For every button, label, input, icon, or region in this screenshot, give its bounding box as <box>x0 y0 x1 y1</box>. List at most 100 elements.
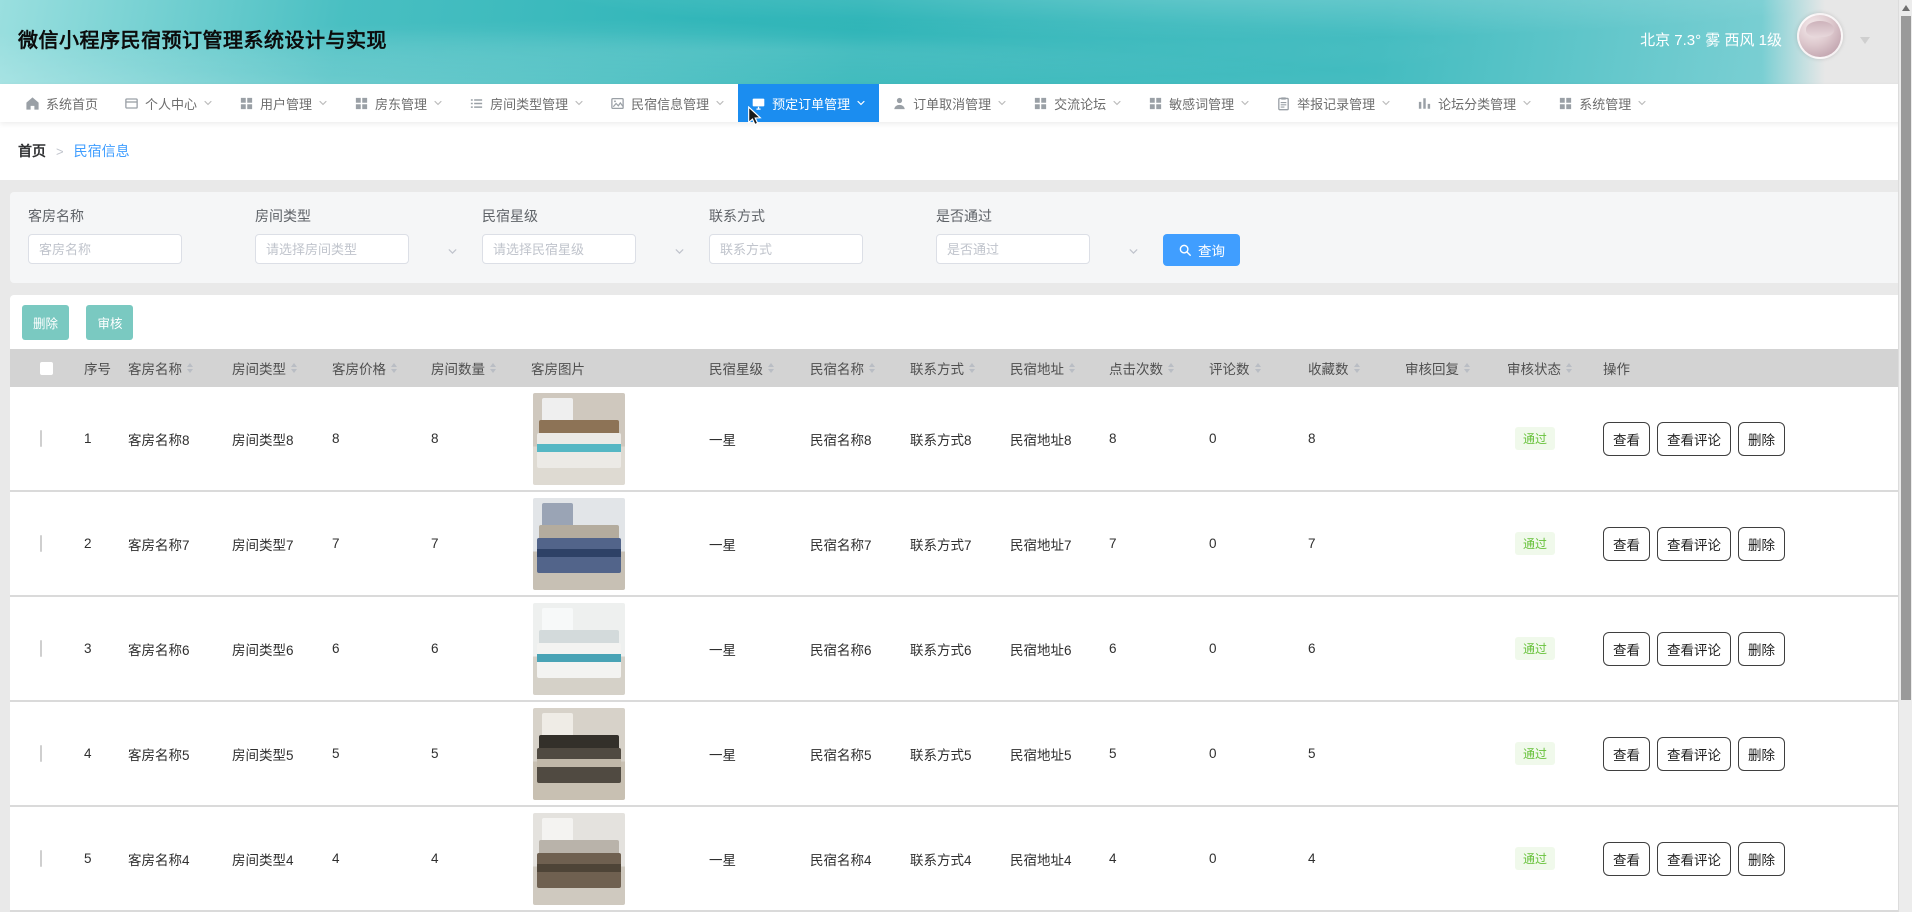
cell-room-name: 客房名称8 <box>128 429 232 449</box>
cell-room-price: 6 <box>332 641 431 656</box>
column-header-审核回复[interactable]: 审核回复 <box>1405 358 1507 378</box>
cell-status: 通过 <box>1507 637 1603 660</box>
scrollbar-thumb[interactable] <box>1901 16 1911 700</box>
row-checkbox[interactable] <box>40 430 42 447</box>
filter-field-label: 房间类型 <box>255 206 482 226</box>
column-header-客房图片[interactable]: 客房图片 <box>531 358 709 378</box>
delete-button[interactable]: 删除 <box>22 305 69 340</box>
filter-select-房间类型[interactable] <box>255 234 409 264</box>
row-action-查看[interactable]: 查看 <box>1603 737 1650 771</box>
scrollbar-up-arrow-icon[interactable] <box>1902 5 1910 11</box>
avatar[interactable] <box>1797 13 1843 59</box>
status-badge: 通过 <box>1515 847 1555 870</box>
row-checkbox[interactable] <box>40 745 42 762</box>
cell-room-name: 客房名称5 <box>128 744 232 764</box>
nav-item-房东管理[interactable]: 房东管理 <box>341 84 456 122</box>
cell-contact: 联系方式6 <box>910 639 1010 659</box>
cell-clicks: 7 <box>1109 536 1209 551</box>
cell-homestay-name: 民宿名称8 <box>810 429 910 449</box>
row-action-查看评论[interactable]: 查看评论 <box>1657 527 1731 561</box>
row-action-删除[interactable]: 删除 <box>1738 737 1785 771</box>
nav-item-敏感词管理[interactable]: 敏感词管理 <box>1135 84 1263 122</box>
photo-accent <box>537 444 622 452</box>
nav-item-举报记录管理[interactable]: 举报记录管理 <box>1263 84 1404 122</box>
nav-item-房间类型管理[interactable]: 房间类型管理 <box>456 84 597 122</box>
row-action-查看[interactable]: 查看 <box>1603 632 1650 666</box>
row-action-查看[interactable]: 查看 <box>1603 842 1650 876</box>
select-all-cell <box>10 362 84 375</box>
row-action-查看评论[interactable]: 查看评论 <box>1657 737 1731 771</box>
nav-item-label: 用户管理 <box>260 94 312 113</box>
select-all-checkbox[interactable] <box>40 362 53 375</box>
chevron-down-icon[interactable] <box>447 244 458 262</box>
row-checkbox[interactable] <box>40 640 42 657</box>
row-action-删除[interactable]: 删除 <box>1738 527 1785 561</box>
filter-select-是否通过[interactable] <box>936 234 1090 264</box>
cell-address: 民宿地址7 <box>1010 534 1109 554</box>
cell-favorites: 6 <box>1308 641 1405 656</box>
cell-comments: 0 <box>1209 536 1308 551</box>
row-action-查看评论[interactable]: 查看评论 <box>1657 422 1731 456</box>
cell-room-quantity: 4 <box>431 851 531 866</box>
cell-favorites: 8 <box>1308 431 1405 446</box>
column-header-序号[interactable]: 序号 <box>84 358 128 378</box>
nav-item-交流论坛[interactable]: 交流论坛 <box>1020 84 1135 122</box>
row-checkbox[interactable] <box>40 535 42 552</box>
cell-address: 民宿地址8 <box>1010 429 1109 449</box>
nav-item-民宿信息管理[interactable]: 民宿信息管理 <box>597 84 738 122</box>
chevron-down-icon <box>433 98 443 108</box>
column-header-客房价格[interactable]: 客房价格 <box>332 358 431 378</box>
column-header-联系方式[interactable]: 联系方式 <box>910 358 1010 378</box>
row-action-查看[interactable]: 查看 <box>1603 422 1650 456</box>
nav-item-icon <box>25 96 40 111</box>
mouse-cursor <box>747 106 763 126</box>
cell-favorites: 4 <box>1308 851 1405 866</box>
audit-button[interactable]: 审核 <box>86 305 133 340</box>
filter-select-民宿星级[interactable] <box>482 234 636 264</box>
cell-actions: 查看查看评论删除 <box>1603 527 1902 561</box>
column-header-收藏数[interactable]: 收藏数 <box>1308 358 1405 378</box>
nav-item-论坛分类管理[interactable]: 论坛分类管理 <box>1404 84 1545 122</box>
nav-item-icon <box>469 96 484 111</box>
row-action-查看评论[interactable]: 查看评论 <box>1657 842 1731 876</box>
column-header-民宿星级[interactable]: 民宿星级 <box>709 358 810 378</box>
filter-input-客房名称[interactable] <box>28 234 182 264</box>
row-action-查看[interactable]: 查看 <box>1603 527 1650 561</box>
column-header-审核状态[interactable]: 审核状态 <box>1507 358 1603 378</box>
search-icon <box>1178 243 1192 257</box>
search-button[interactable]: 查询 <box>1163 234 1240 266</box>
column-header-label: 客房名称 <box>128 358 182 378</box>
sort-carets-icon <box>1464 363 1470 373</box>
chevron-down-icon[interactable] <box>1128 244 1139 262</box>
row-action-删除[interactable]: 删除 <box>1738 422 1785 456</box>
nav-item-系统管理[interactable]: 系统管理 <box>1545 84 1660 122</box>
column-header-label: 房间类型 <box>232 358 286 378</box>
nav-item-用户管理[interactable]: 用户管理 <box>226 84 341 122</box>
column-header-客房名称[interactable]: 客房名称 <box>128 358 232 378</box>
row-action-查看评论[interactable]: 查看评论 <box>1657 632 1731 666</box>
chevron-down-icon[interactable] <box>1860 37 1870 44</box>
cell-seq: 5 <box>84 851 128 866</box>
nav-item-个人中心[interactable]: 个人中心 <box>111 84 226 122</box>
breadcrumb-home[interactable]: 首页 <box>18 141 46 161</box>
column-header-评论数[interactable]: 评论数 <box>1209 358 1308 378</box>
nav-item-icon <box>1558 96 1573 111</box>
nav-item-系统首页[interactable]: 系统首页 <box>12 84 111 122</box>
sort-carets-icon <box>1566 363 1572 373</box>
cell-actions: 查看查看评论删除 <box>1603 737 1902 771</box>
column-header-房间数量[interactable]: 房间数量 <box>431 358 531 378</box>
nav-item-订单取消管理[interactable]: 订单取消管理 <box>879 84 1020 122</box>
row-checkbox[interactable] <box>40 850 42 867</box>
row-action-删除[interactable]: 删除 <box>1738 842 1785 876</box>
filter-panel: 客房名称 房间类型 民宿星级 联系方式 是否通过 查询 <box>10 192 1902 283</box>
column-header-民宿名称[interactable]: 民宿名称 <box>810 358 910 378</box>
row-action-删除[interactable]: 删除 <box>1738 632 1785 666</box>
cell-actions: 查看查看评论删除 <box>1603 632 1902 666</box>
column-header-点击次数[interactable]: 点击次数 <box>1109 358 1209 378</box>
chevron-down-icon[interactable] <box>674 244 685 262</box>
column-header-房间类型[interactable]: 房间类型 <box>232 358 332 378</box>
column-header-民宿地址[interactable]: 民宿地址 <box>1010 358 1109 378</box>
filter-input-联系方式[interactable] <box>709 234 863 264</box>
column-header-操作[interactable]: 操作 <box>1603 358 1902 378</box>
cell-room-photo <box>531 498 709 590</box>
